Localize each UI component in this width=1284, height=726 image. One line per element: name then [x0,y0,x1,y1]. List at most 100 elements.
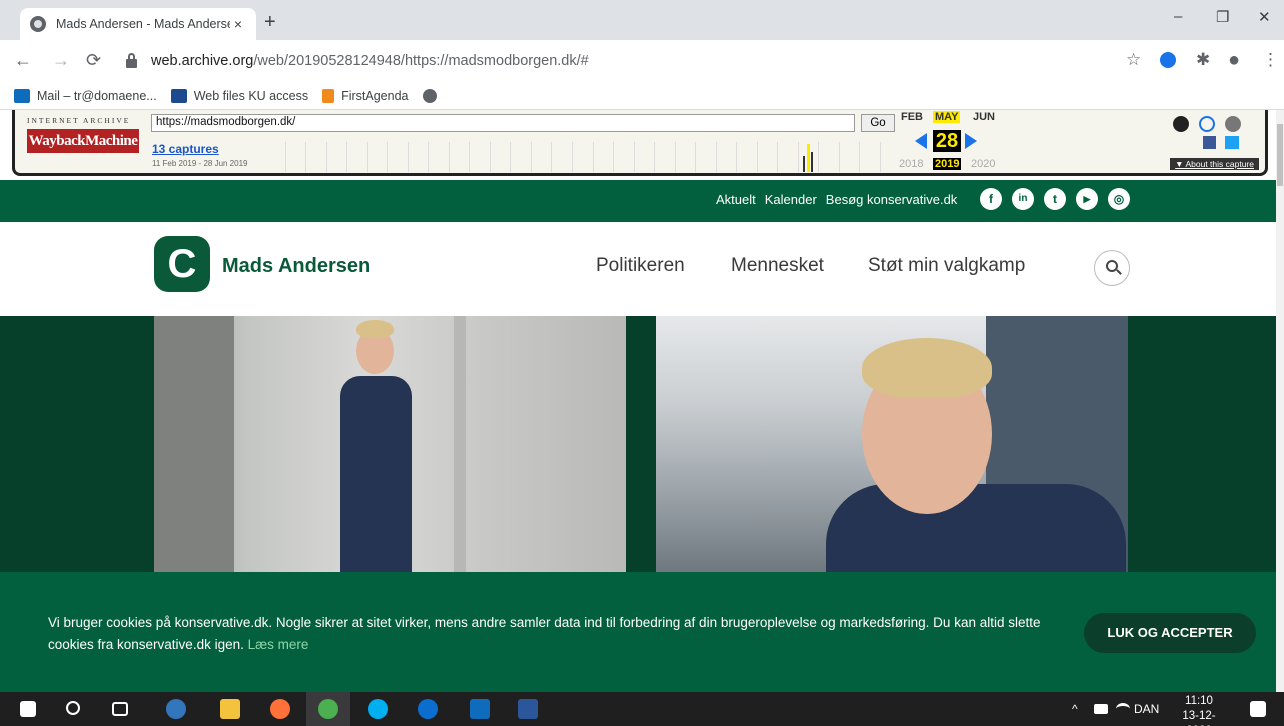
firefox-icon[interactable] [270,699,290,719]
reload-icon[interactable]: ⟳ [86,50,101,70]
capture-day: 28 [933,130,961,152]
wayback-go-button[interactable]: Go [861,114,895,132]
browser-tabstrip: Mads Andersen - Mads Andersen × + – ❐ ✕ [0,0,1284,40]
capture-sparkline[interactable] [265,142,881,172]
task-view-icon[interactable] [112,702,128,716]
link-aktuelt[interactable]: Aktuelt [716,192,756,207]
site-header: C Mads Andersen Politikeren Mennesket St… [0,222,1284,316]
profile-icon[interactable]: ● [1228,50,1240,70]
about-capture-link[interactable]: ▼ About this capture [1170,158,1259,170]
cookie-text: Vi bruger cookies på konservative.dk. No… [48,615,1041,652]
facebook-share-icon[interactable] [1203,136,1216,149]
instagram-icon[interactable]: ◎ [1108,188,1130,210]
site-topbar: Aktuelt Kalender Besøg konservative.dk f… [0,180,1284,222]
address-bar[interactable]: web.archive.org/web/20190528124948/https… [120,47,1150,75]
outlook-icon [14,88,30,103]
wayback-icons [1167,116,1257,149]
year-prev[interactable]: 2018 [899,158,923,170]
edge-icon[interactable] [166,699,186,719]
capture-bar [799,142,820,172]
forward-icon[interactable]: → [52,50,70,70]
bookmark-globe[interactable] [422,88,444,103]
tab-close-icon[interactable]: × [230,16,246,32]
nav-stoet-valgkamp[interactable]: Støt min valgkamp [868,255,1025,277]
linkedin-icon[interactable]: in [1012,188,1034,210]
back-icon[interactable]: ← [14,50,32,70]
menu-icon[interactable]: ⋮ [1262,51,1279,69]
new-tab-button[interactable]: + [264,12,276,32]
close-toolbar-icon[interactable] [1225,116,1241,132]
hero-photo-stairs [154,316,626,572]
year-current: 2019 [933,158,962,170]
read-more-link[interactable]: Læs mere [248,637,309,652]
language-indicator[interactable]: DAN [1134,702,1159,716]
link-konservative[interactable]: Besøg konservative.dk [826,192,958,207]
webfiles-icon [170,88,187,103]
nav-mennesket[interactable]: Mennesket [731,255,824,277]
wayback-panel: INTERNET ARCHIVE WaybackMachine https://… [12,110,1268,176]
lock-icon [126,52,137,68]
party-logo[interactable]: C [154,236,210,292]
month-current: MAY [933,111,961,123]
address-url: web.archive.org/web/20190528124948/https… [151,53,589,69]
bookmark-star-icon[interactable]: ☆ [1126,51,1141,69]
wayback-brand[interactable]: INTERNET ARCHIVE WaybackMachine [27,116,147,153]
clock-date: 13-12-2020 [1182,710,1216,726]
month-prev[interactable]: FEB [901,111,923,123]
puzzle-icon[interactable]: ✱ [1196,51,1210,69]
clock-time: 11:10 [1185,695,1213,707]
bookmark-firstagenda[interactable]: FirstAgenda [322,88,409,103]
file-explorer-icon[interactable] [220,699,240,719]
bookmarks-bar: Mail – tr@domaene... Web files KU access… [0,82,1284,110]
search-taskbar-icon[interactable] [66,701,80,715]
hero-photo-portrait [656,316,1128,572]
outlook-taskbar-icon[interactable] [470,699,490,719]
captures-link[interactable]: 13 captures [152,142,219,156]
nav-politikeren[interactable]: Politikeren [596,255,685,277]
close-window-icon[interactable]: ✕ [1258,8,1271,26]
tab-title: Mads Andersen - Mads Andersen [56,17,230,31]
extension-icon[interactable] [1160,52,1176,68]
youtube-icon[interactable]: ▶ [1076,188,1098,210]
bookmark-mail[interactable]: Mail – tr@domaene... [14,88,157,103]
wayback-toolbar: INTERNET ARCHIVE WaybackMachine https://… [0,110,1284,180]
globe-icon [30,16,46,32]
wayback-url-input[interactable]: https://madsmodborgen.dk/ [151,114,855,132]
page-scrollbar[interactable] [1276,110,1284,692]
browser-tab[interactable]: Mads Andersen - Mads Andersen × [20,8,256,40]
tray-expand-icon[interactable]: ^ [1072,702,1078,716]
accept-cookies-button[interactable]: LUK OG ACCEPTER [1084,613,1256,653]
skype-icon[interactable] [368,699,388,719]
bookmark-webfiles[interactable]: Web files KU access [170,88,308,103]
site-name[interactable]: Mads Andersen [222,255,370,278]
word-icon[interactable] [518,699,538,719]
restore-icon[interactable]: ❐ [1216,8,1229,26]
month-next[interactable]: JUN [973,111,995,123]
prev-capture-arrow-icon[interactable] [915,133,927,149]
facebook-icon[interactable]: f [980,188,1002,210]
battery-icon[interactable] [1094,704,1108,714]
globe-icon [422,88,437,103]
wifi-icon[interactable] [1116,703,1130,715]
browser-toolbar: ← → ⟳ web.archive.org/web/20190528124948… [0,40,1284,82]
internet-archive-label: INTERNET ARCHIVE [27,116,131,125]
search-button[interactable] [1094,250,1130,286]
taskbar-clock[interactable]: 11:10 13-12-2020 [1170,694,1228,726]
twitter-share-icon[interactable] [1225,136,1239,149]
firstagenda-icon [322,88,335,103]
wayback-logo: WaybackMachine [27,129,139,153]
next-capture-arrow-icon[interactable] [965,133,977,149]
windows-taskbar: ^ DAN 11:10 13-12-2020 [0,692,1284,726]
chrome-icon[interactable] [318,699,338,719]
account-icon[interactable] [1173,116,1189,132]
windows-start-icon[interactable] [20,701,36,717]
minimize-icon[interactable]: – [1174,8,1182,25]
help-icon[interactable] [1199,116,1215,132]
link-kalender[interactable]: Kalender [765,192,817,207]
cookie-banner: Vi bruger cookies på konservative.dk. No… [0,572,1284,692]
twitter-icon[interactable]: t [1044,188,1066,210]
year-next[interactable]: 2020 [971,158,995,170]
notifications-icon[interactable] [1250,701,1266,717]
hero-section [0,316,1284,572]
skype-business-icon[interactable] [418,699,438,719]
